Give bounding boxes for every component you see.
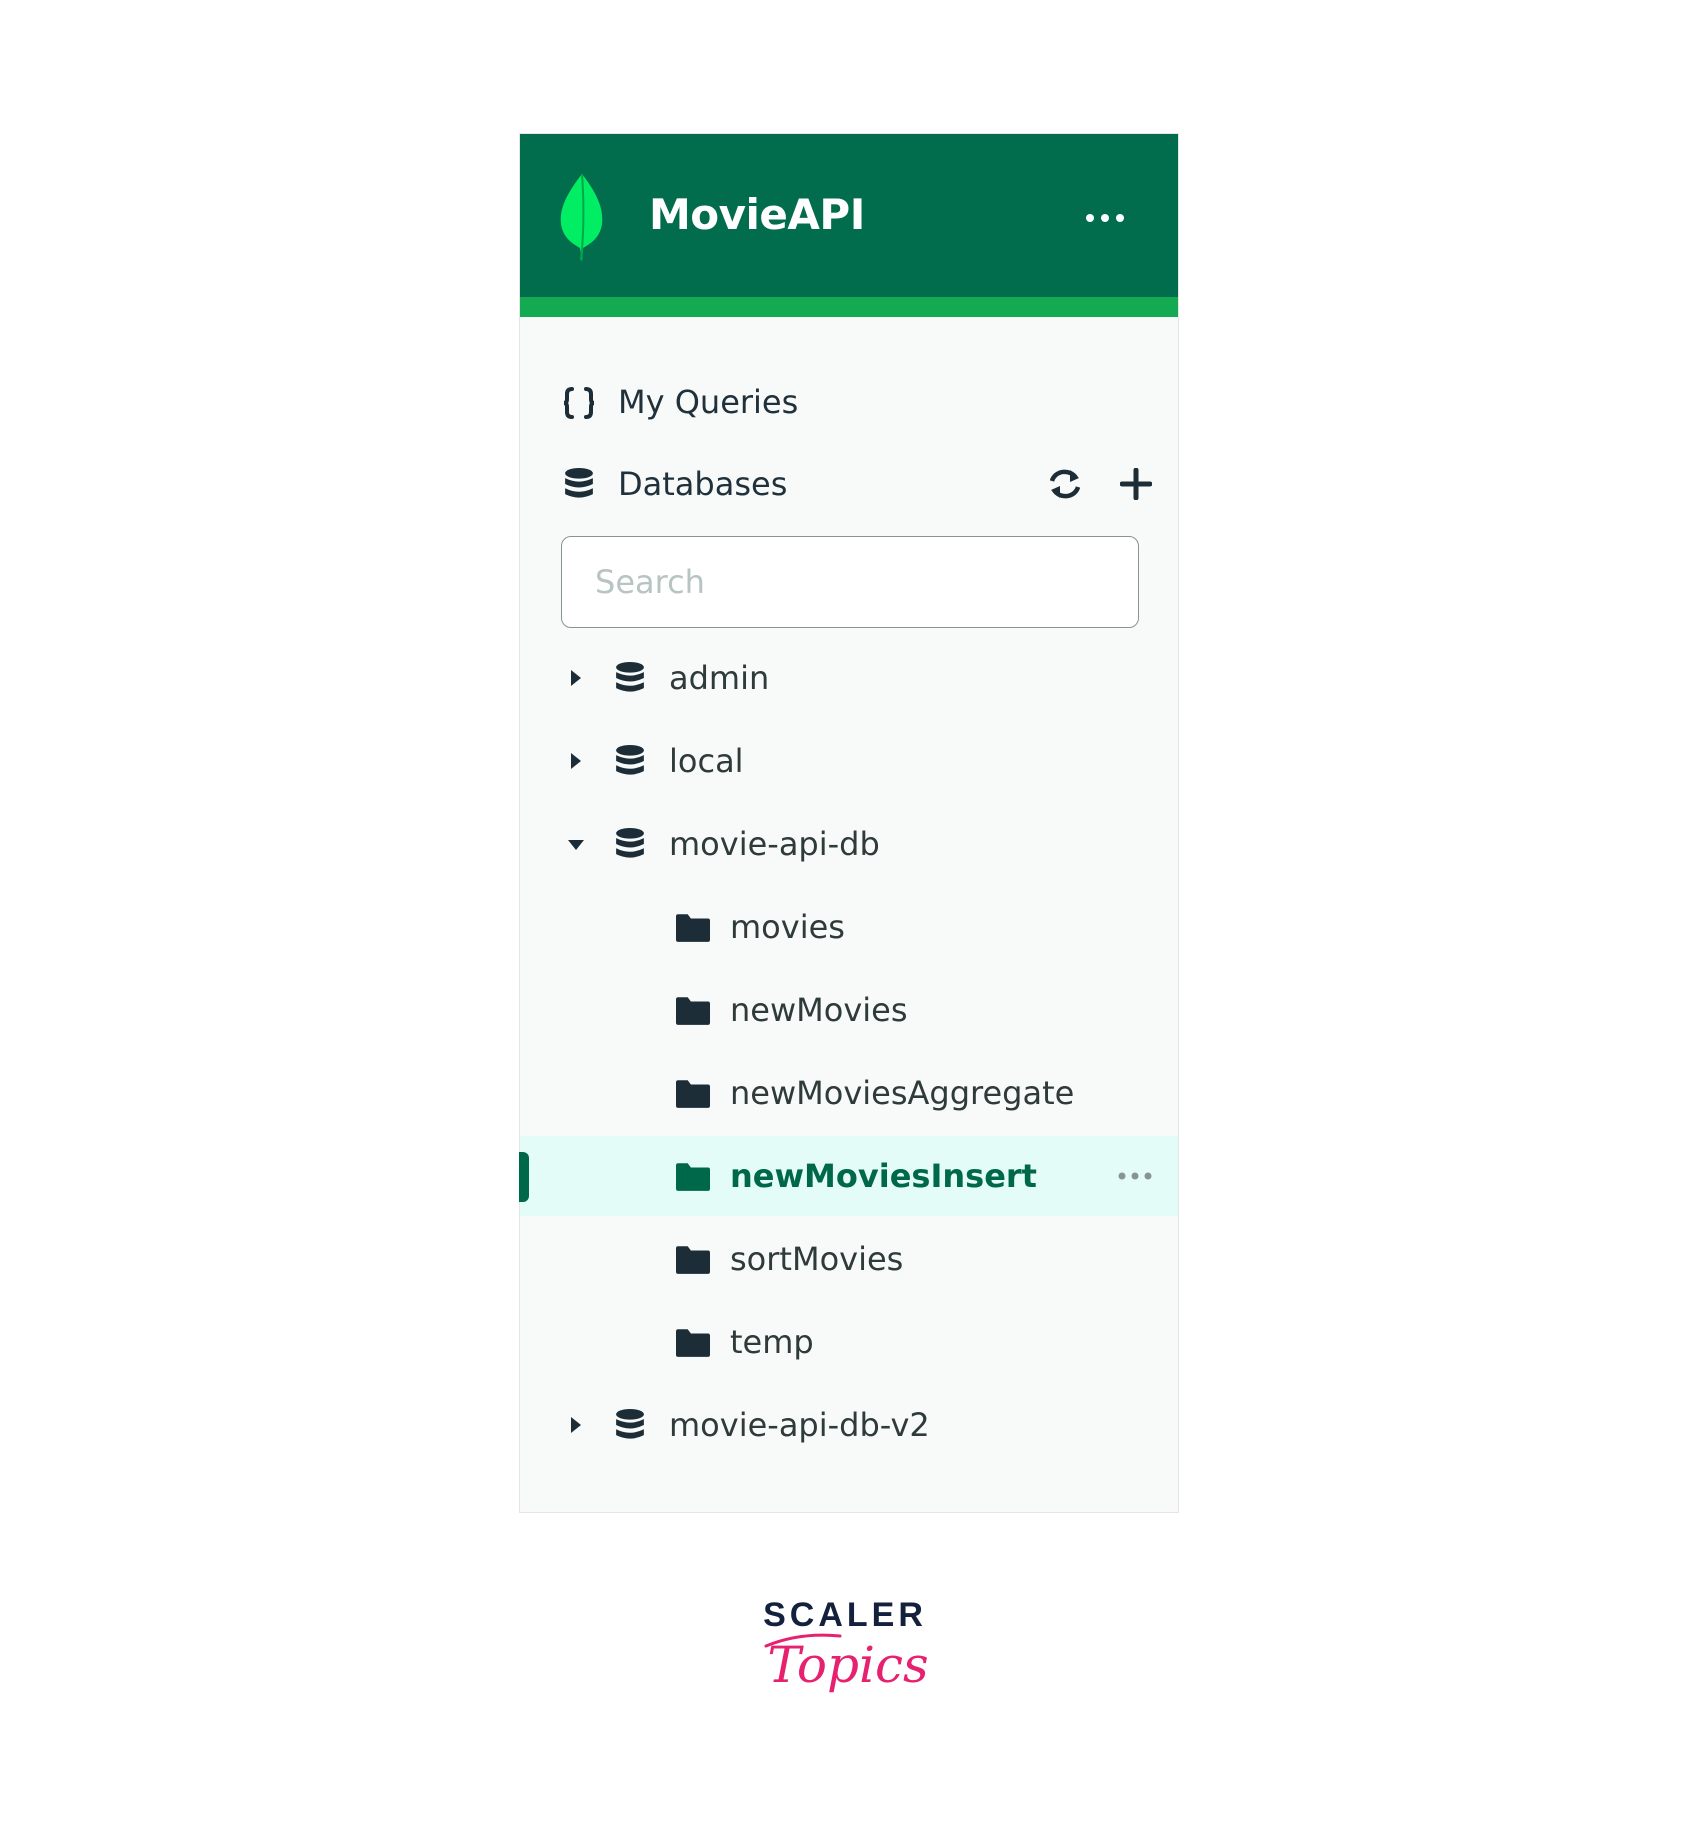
app-title: MovieAPI bbox=[649, 190, 865, 239]
refresh-icon[interactable] bbox=[1046, 466, 1084, 502]
tree-collection-temp[interactable]: temp bbox=[520, 1302, 1178, 1382]
collection-label: newMovies bbox=[730, 991, 908, 1029]
tree-db-admin[interactable]: admin bbox=[520, 638, 1178, 718]
nav-databases-label: Databases bbox=[618, 465, 788, 503]
search-input[interactable] bbox=[561, 536, 1139, 628]
sidebar-panel: MovieAPI My Queries Databases Search adm… bbox=[519, 133, 1179, 1513]
tree-db-label: local bbox=[669, 742, 744, 780]
caret-right-icon[interactable] bbox=[571, 753, 581, 769]
folder-icon bbox=[676, 1080, 710, 1108]
mongodb-leaf-icon bbox=[560, 173, 603, 262]
tree-db-label: movie-api-db bbox=[669, 825, 880, 863]
header-accent-stripe bbox=[520, 297, 1178, 317]
folder-icon bbox=[676, 1163, 710, 1191]
more-options-icon[interactable] bbox=[1085, 210, 1125, 226]
nav-databases[interactable]: Databases bbox=[520, 444, 1178, 524]
collection-label: sortMovies bbox=[730, 1240, 904, 1278]
database-icon bbox=[615, 745, 645, 777]
folder-icon bbox=[676, 1246, 710, 1274]
plus-icon[interactable] bbox=[1120, 468, 1152, 500]
nav-my-queries-label: My Queries bbox=[618, 383, 799, 421]
tree-collection-newmoviesinsert[interactable]: newMoviesInsert bbox=[519, 1136, 1178, 1216]
tree-db-local[interactable]: local bbox=[520, 721, 1178, 801]
svg-text:Topics: Topics bbox=[767, 1636, 928, 1694]
tree-collection-newmoviesaggregate[interactable]: newMoviesAggregate bbox=[520, 1053, 1178, 1133]
database-icon bbox=[615, 1409, 645, 1441]
tree-db-movie-api-db-v2[interactable]: movie-api-db-v2 bbox=[520, 1385, 1178, 1465]
collection-label: temp bbox=[730, 1323, 814, 1361]
tree-collection-sortmovies[interactable]: sortMovies bbox=[520, 1219, 1178, 1299]
nav-my-queries[interactable]: My Queries bbox=[520, 362, 1178, 442]
database-icon bbox=[615, 662, 645, 694]
caret-down-icon[interactable] bbox=[568, 840, 584, 850]
tree-db-label: admin bbox=[669, 659, 770, 697]
tree-collection-movies[interactable]: movies bbox=[520, 887, 1178, 967]
sidebar-header: MovieAPI bbox=[520, 134, 1178, 297]
database-icon bbox=[615, 828, 645, 860]
collection-label: newMoviesInsert bbox=[730, 1157, 1037, 1195]
scaler-topics-logo: SCALER Topics bbox=[763, 1596, 929, 1694]
selected-indicator bbox=[519, 1152, 529, 1202]
caret-right-icon[interactable] bbox=[571, 670, 581, 686]
ellipsis-icon[interactable] bbox=[1118, 1170, 1152, 1182]
folder-icon bbox=[676, 1329, 710, 1357]
folder-icon bbox=[676, 997, 710, 1025]
tree-collection-newmovies[interactable]: newMovies bbox=[520, 970, 1178, 1050]
collection-label: newMoviesAggregate bbox=[730, 1074, 1075, 1112]
tree-db-movie-api-db[interactable]: movie-api-db bbox=[520, 804, 1178, 884]
tree-db-label: movie-api-db-v2 bbox=[669, 1406, 930, 1444]
database-icon bbox=[564, 468, 594, 500]
folder-icon bbox=[676, 914, 710, 942]
svg-text:SCALER: SCALER bbox=[763, 1596, 927, 1634]
curly-braces-icon bbox=[563, 387, 595, 419]
caret-right-icon[interactable] bbox=[571, 1417, 581, 1433]
collection-label: movies bbox=[730, 908, 845, 946]
